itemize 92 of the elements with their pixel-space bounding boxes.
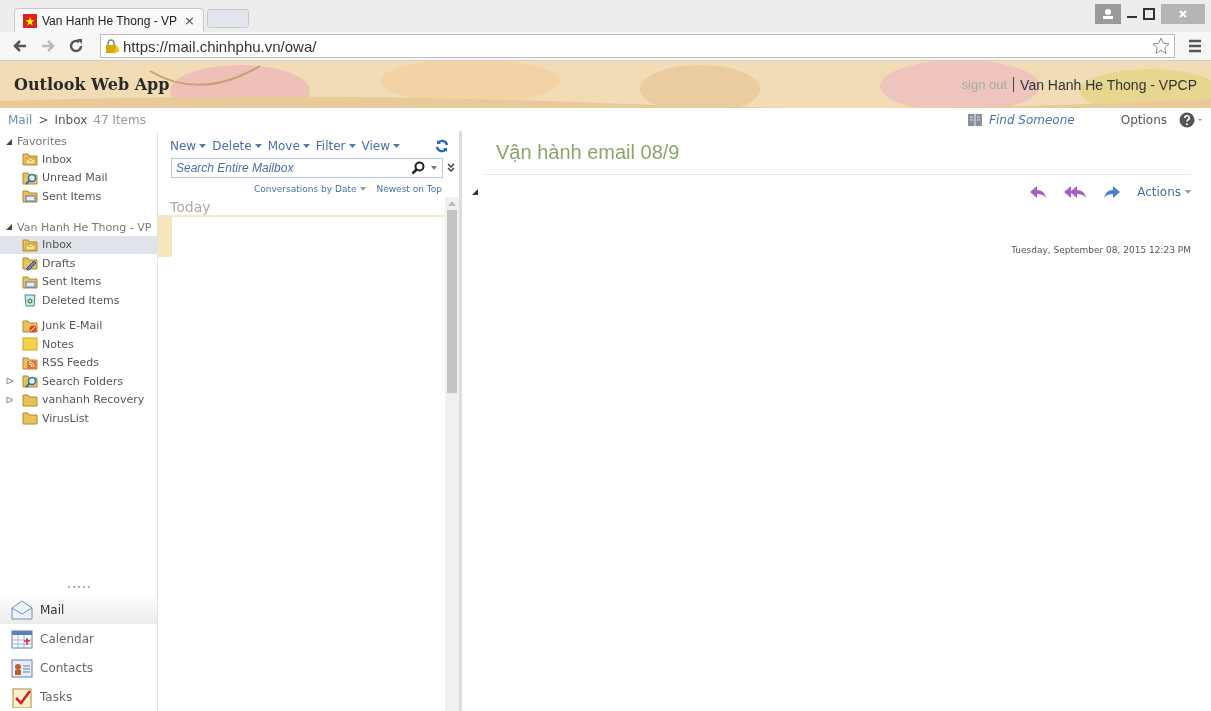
menu-icon	[1187, 38, 1203, 54]
caret-icon	[393, 144, 400, 148]
close-icon	[1161, 4, 1205, 24]
folder-item[interactable]: Unread Mail	[0, 168, 157, 187]
caret-icon	[431, 166, 437, 170]
folder-item[interactable]: Sent Items	[0, 272, 157, 291]
help-icon	[1179, 111, 1203, 128]
resize-grip-icon	[66, 585, 91, 589]
star-icon	[1152, 37, 1170, 55]
flag-icon	[23, 13, 37, 28]
toolbar-menu-button[interactable]: Filter	[315, 139, 356, 153]
item-count: 47 Items	[93, 112, 146, 127]
folder-item[interactable]: Sent Items	[0, 187, 157, 206]
magnifier-folder-icon	[22, 169, 38, 186]
close-tab-button[interactable]: ×	[184, 13, 195, 28]
caret-icon	[348, 144, 356, 148]
folder-group-header[interactable]: Van Hanh He Thong - VP	[0, 218, 157, 236]
scroll-thumb[interactable]	[447, 210, 457, 393]
sent-folder-icon	[22, 273, 38, 290]
new-tab-button[interactable]	[207, 9, 249, 28]
junk-folder-icon	[22, 317, 38, 334]
sort-order-link[interactable]: Newest on Top	[376, 184, 442, 194]
rss-folder-icon	[22, 354, 38, 371]
message-subject: Vận hành email 08/9	[484, 131, 1191, 175]
search-icon	[411, 161, 425, 175]
module-button[interactable]: Mail	[0, 595, 157, 624]
envelope-folder-icon	[22, 236, 38, 253]
scrollbar[interactable]	[445, 197, 459, 711]
breadcrumb-link[interactable]: Mail	[8, 112, 33, 127]
scroll-up-icon	[448, 201, 456, 206]
options-menu[interactable]: Options	[1120, 112, 1167, 127]
reply-all-icon	[1063, 185, 1088, 199]
toolbar-menu-button[interactable]: Delete	[212, 139, 262, 153]
folder-item[interactable]: Search Folders	[0, 372, 157, 391]
app-logo: Outlook Web App	[14, 75, 170, 94]
toolbar-menu-button[interactable]: New	[170, 139, 207, 153]
message-date: Tuesday, September 08, 2015 12:23 PM	[1011, 245, 1191, 255]
caret-icon	[360, 187, 367, 191]
module-button[interactable]: Tasks	[0, 682, 157, 711]
user-name: Van Hanh He Thong - VPCP	[1019, 76, 1197, 93]
minimize-icon	[1127, 16, 1137, 18]
caret-icon	[199, 144, 207, 148]
trash-bin-icon	[22, 292, 38, 309]
forward-arrow-icon	[40, 38, 56, 54]
forward-icon	[1103, 185, 1122, 199]
breadcrumb-folder: Inbox	[54, 112, 88, 127]
folder-icon	[22, 410, 38, 427]
breadcrumb-separator: >	[38, 112, 49, 127]
folder-item[interactable]: Notes	[0, 335, 157, 354]
folder-item[interactable]: Deleted Items	[0, 291, 157, 310]
caret-icon	[254, 144, 262, 148]
selected-row-marker	[158, 217, 172, 257]
search-field[interactable]: Search Entire Mailbox	[171, 158, 443, 178]
contact-card-icon	[10, 656, 34, 679]
folder-group-header[interactable]: Favorites	[0, 133, 157, 150]
actions-menu[interactable]: Actions	[1137, 185, 1191, 199]
address-book-icon	[967, 111, 984, 128]
arrange-by-menu[interactable]: Conversations by Date	[254, 184, 367, 194]
caret-icon	[1185, 190, 1191, 194]
refresh-icon	[435, 139, 449, 153]
find-someone-link[interactable]: Find Someone	[989, 112, 1075, 127]
folder-item[interactable]: Inbox	[0, 235, 157, 254]
reload-icon	[68, 38, 84, 54]
folder-item[interactable]: VirusList	[0, 409, 157, 428]
module-button[interactable]: Contacts	[0, 653, 157, 682]
clipboard-check-icon	[10, 685, 34, 708]
sent-folder-icon	[22, 188, 38, 205]
module-button[interactable]: Calendar	[0, 624, 157, 653]
calendar-icon	[10, 627, 34, 650]
envelope-icon	[10, 598, 34, 621]
expand-chevrons-icon	[447, 163, 455, 173]
pencil-folder-icon	[22, 255, 38, 272]
address-field[interactable]: https://mail.chinhphu.vn/owa/	[100, 34, 1175, 58]
magnifier-folder-icon	[22, 373, 38, 390]
maximize-icon	[1143, 8, 1155, 20]
back-arrow-icon	[12, 38, 28, 54]
envelope-folder-icon	[22, 151, 38, 168]
reply-icon	[1029, 185, 1048, 199]
caret-icon	[302, 144, 310, 148]
lock-warning-icon	[105, 39, 119, 53]
folder-item[interactable]: vanhanh Recovery	[0, 390, 157, 409]
folder-icon	[22, 391, 38, 408]
collapse-triangle-icon	[472, 189, 478, 195]
folder-item[interactable]: Junk E-Mail	[0, 316, 157, 335]
folder-item[interactable]: Inbox	[0, 150, 157, 169]
browser-tab[interactable]: Van Hanh He Thong - VP ×	[14, 8, 204, 32]
folder-item[interactable]: Drafts	[0, 254, 157, 273]
note-icon	[22, 336, 38, 353]
user-icon	[1095, 4, 1121, 24]
folder-item[interactable]: RSS Feeds	[0, 353, 157, 372]
toolbar-menu-button[interactable]: Move	[267, 139, 310, 153]
toolbar-menu-button[interactable]: View	[361, 139, 400, 153]
